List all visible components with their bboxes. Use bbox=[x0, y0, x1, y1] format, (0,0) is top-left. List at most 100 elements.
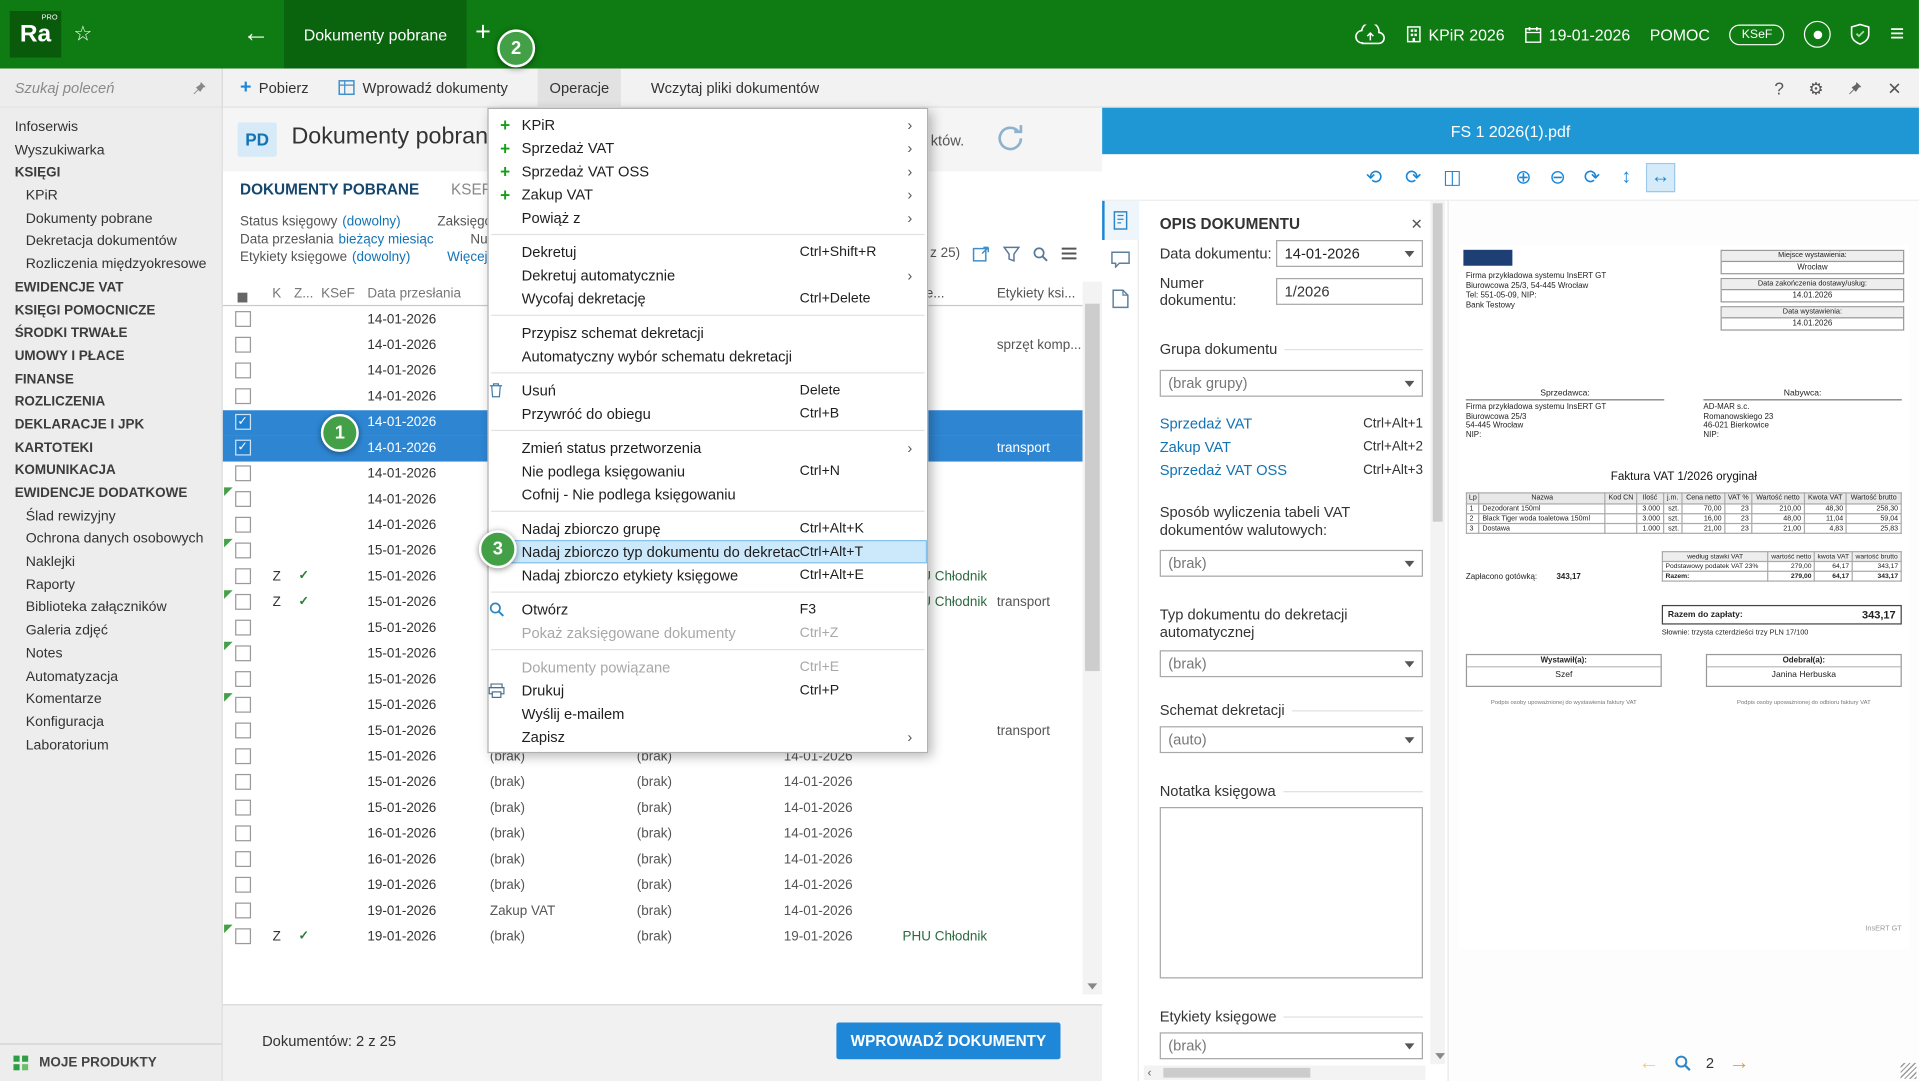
menu-item-zapisz[interactable]: Zapisz › bbox=[489, 725, 927, 748]
scrollbar-thumb[interactable] bbox=[1432, 203, 1443, 522]
rotate-right-icon[interactable]: ⟳ bbox=[1398, 163, 1427, 192]
back-arrow-icon[interactable]: ← bbox=[242, 17, 269, 49]
row-checkbox[interactable] bbox=[234, 568, 251, 585]
menu-item-cofnij-nie-podlega-księgowaniu[interactable]: Cofnij - Nie podlega księgowaniu bbox=[489, 482, 927, 505]
sidebar-item-komentarze[interactable]: Komentarze bbox=[15, 688, 222, 711]
topbar-tab-dokumenty-pobrane[interactable]: Dokumenty pobrane bbox=[284, 0, 467, 69]
menu-item-wyślij-e-mailem[interactable]: Wyślij e-mailem bbox=[489, 702, 927, 725]
logo-badge-icon[interactable] bbox=[1804, 20, 1832, 48]
row-checkbox[interactable] bbox=[234, 336, 251, 353]
quick-link-sprzedaż-vat[interactable]: Sprzedaż VAT bbox=[1160, 415, 1253, 432]
next-page-icon[interactable]: → bbox=[1729, 1051, 1750, 1075]
sidebar-item-finanse[interactable]: FINANSE bbox=[15, 368, 222, 391]
zoom-out-icon[interactable]: ⊖ bbox=[1543, 163, 1572, 192]
numer-dokumentu-input[interactable]: 1/2026 bbox=[1276, 277, 1423, 305]
row-checkbox[interactable] bbox=[234, 748, 251, 765]
row-checkbox[interactable] bbox=[234, 876, 251, 893]
menu-item-usuń[interactable]: Usuń Delete bbox=[489, 378, 927, 401]
menu-item-dekretuj-automatycznie[interactable]: Dekretuj automatycznie › bbox=[489, 263, 927, 286]
filter-funnel-icon[interactable] bbox=[1002, 246, 1021, 262]
column-header[interactable] bbox=[223, 282, 262, 305]
scroll-down-icon[interactable] bbox=[1435, 1053, 1446, 1060]
row-checkbox[interactable] bbox=[234, 593, 251, 610]
pin-icon[interactable] bbox=[1848, 81, 1863, 96]
ksef-badge[interactable]: KSeF bbox=[1729, 23, 1785, 45]
sidebar-search[interactable]: Szukaj poleceń bbox=[0, 69, 222, 108]
zoom-in-icon[interactable]: ⊕ bbox=[1509, 163, 1538, 192]
sidebar-item-ślad-rewizyjny[interactable]: Ślad rewizyjny bbox=[15, 505, 222, 528]
menu-item-nadaj-zbiorczo-etykiety-księgowe[interactable]: Nadaj zbiorczo etykiety księgowe Ctrl+Alt… bbox=[489, 563, 927, 586]
refresh-icon[interactable] bbox=[994, 122, 1026, 154]
wprowadz-dokumenty-submit-button[interactable]: WPROWADŹ DOKUMENTY bbox=[836, 1022, 1061, 1060]
sidebar-item-księgi[interactable]: KSIĘGI bbox=[15, 162, 222, 185]
sidebar-item-ochrona-danych-osobowych[interactable]: Ochrona danych osobowych bbox=[15, 528, 222, 551]
table-row[interactable]: 19-01-2026 Zakup VAT (brak) 14-01-2026 bbox=[222, 898, 1083, 925]
filter-value[interactable]: bieżący miesiąc bbox=[339, 232, 434, 247]
sidebar-item-infoserwis[interactable]: Infoserwis bbox=[15, 116, 222, 139]
sidebar-item-kpir[interactable]: KPiR bbox=[15, 185, 222, 208]
sidebar-item-ewidencje-dodatkowe[interactable]: EWIDENCJE DODATKOWE bbox=[15, 482, 222, 505]
ksef-cloud-icon[interactable] bbox=[1354, 23, 1386, 45]
previous-page-icon[interactable]: ← bbox=[1639, 1051, 1660, 1075]
column-header[interactable]: KSeF bbox=[316, 282, 360, 305]
pomoc-link[interactable]: POMOC bbox=[1650, 25, 1710, 43]
menu-item-nie-podlega-księgowaniu[interactable]: Nie podlega księgowaniu Ctrl+N bbox=[489, 459, 927, 482]
row-checkbox[interactable] bbox=[234, 825, 251, 842]
sidebar-item-kartoteki[interactable]: KARTOTEKI bbox=[15, 437, 222, 460]
sidebar-item-automatyzacja[interactable]: Automatyzacja bbox=[15, 666, 222, 689]
scrollbar-thumb[interactable] bbox=[1084, 303, 1100, 672]
pobierz-button[interactable]: + Pobierz bbox=[240, 68, 309, 107]
row-checkbox[interactable] bbox=[234, 619, 251, 636]
row-checkbox[interactable] bbox=[234, 465, 251, 482]
wczytaj-pliki-button[interactable]: Wczytaj pliki dokumentów bbox=[651, 68, 819, 107]
close-icon[interactable]: ✕ bbox=[1887, 78, 1901, 99]
list-options-icon[interactable] bbox=[1061, 246, 1078, 261]
sidebar-item-deklaracje-i-jpk[interactable]: DEKLARACJE I JPK bbox=[15, 414, 222, 437]
document-description-icon[interactable] bbox=[1102, 200, 1139, 241]
new-tab-button[interactable]: + bbox=[475, 16, 491, 48]
list-scrollbar[interactable] bbox=[1082, 281, 1103, 995]
export-icon[interactable] bbox=[972, 245, 990, 262]
search-icon[interactable] bbox=[1032, 246, 1048, 262]
etykiety-combo[interactable]: (brak) bbox=[1159, 1032, 1423, 1060]
column-header[interactable]: Etykiety ksi... bbox=[994, 282, 1082, 305]
sidebar-item-konfiguracja[interactable]: Konfiguracja bbox=[15, 711, 222, 734]
pin-icon[interactable] bbox=[192, 80, 207, 95]
refresh-view-icon[interactable]: ⟳ bbox=[1577, 163, 1606, 192]
menu-item-wycofaj-dekretację[interactable]: Wycofaj dekretację Ctrl+Delete bbox=[489, 287, 927, 310]
row-checkbox[interactable] bbox=[234, 851, 251, 868]
quick-link-sprzedaż-vat-oss[interactable]: Sprzedaż VAT OSS bbox=[1160, 461, 1287, 478]
rotate-left-icon[interactable]: ⟲ bbox=[1359, 163, 1388, 192]
fit-width-icon[interactable]: ↔ bbox=[1645, 162, 1676, 193]
menu-item-powiąż-z[interactable]: Powiąż z › bbox=[489, 206, 927, 229]
sidebar-item-naklejki[interactable]: Naklejki bbox=[15, 551, 222, 574]
row-checkbox[interactable] bbox=[234, 311, 251, 327]
table-row[interactable]: 15-01-2026 (brak) (brak) 14-01-2026 bbox=[222, 795, 1083, 822]
data-dokumentu-combo[interactable]: 14-01-2026 bbox=[1276, 240, 1423, 267]
row-checkbox[interactable] bbox=[234, 542, 251, 559]
sidebar-item-środki-trwałe[interactable]: ŚRODKI TRWAŁE bbox=[15, 322, 222, 345]
grupa-combo[interactable]: (brak grupy) bbox=[1159, 369, 1423, 397]
sidebar-item-raporty[interactable]: Raporty bbox=[15, 574, 222, 597]
row-checkbox[interactable] bbox=[234, 362, 251, 379]
wprowadz-dokumenty-button[interactable]: Wprowadź dokumenty bbox=[338, 68, 508, 107]
sposob-combo[interactable]: (brak) bbox=[1159, 549, 1423, 577]
company-selector[interactable]: KPiR 2026 bbox=[1405, 25, 1505, 43]
page-search-icon[interactable] bbox=[1674, 1054, 1691, 1071]
menu-item-przywróć-do-obiegu[interactable]: Przywróć do obiegu Ctrl+B bbox=[489, 402, 927, 425]
sidebar-footer[interactable]: MOJE PRODUKTY bbox=[0, 1043, 222, 1081]
row-checkbox[interactable] bbox=[234, 645, 251, 662]
sidebar-item-wyszukiwarka[interactable]: Wyszukiwarka bbox=[15, 139, 222, 162]
gear-icon[interactable]: ⚙ bbox=[1808, 78, 1823, 99]
pdf-file-icon[interactable] bbox=[1102, 279, 1139, 318]
sidebar-item-dekretacja-dokumentów[interactable]: Dekretacja dokumentów bbox=[15, 231, 222, 254]
row-checkbox[interactable]: ✓ bbox=[234, 413, 251, 430]
menu-item-dekretuj[interactable]: Dekretuj Ctrl+Shift+R bbox=[489, 240, 927, 263]
date-selector[interactable]: 19-01-2026 bbox=[1524, 25, 1630, 43]
row-checkbox[interactable] bbox=[234, 388, 251, 405]
typ-combo[interactable]: (brak) bbox=[1159, 650, 1423, 678]
resize-grip[interactable] bbox=[1900, 1062, 1917, 1079]
quick-link-zakup-vat[interactable]: Zakup VAT bbox=[1160, 438, 1231, 455]
schemat-combo[interactable]: (auto) bbox=[1159, 726, 1423, 754]
scrollbar-thumb[interactable] bbox=[1163, 1067, 1311, 1078]
